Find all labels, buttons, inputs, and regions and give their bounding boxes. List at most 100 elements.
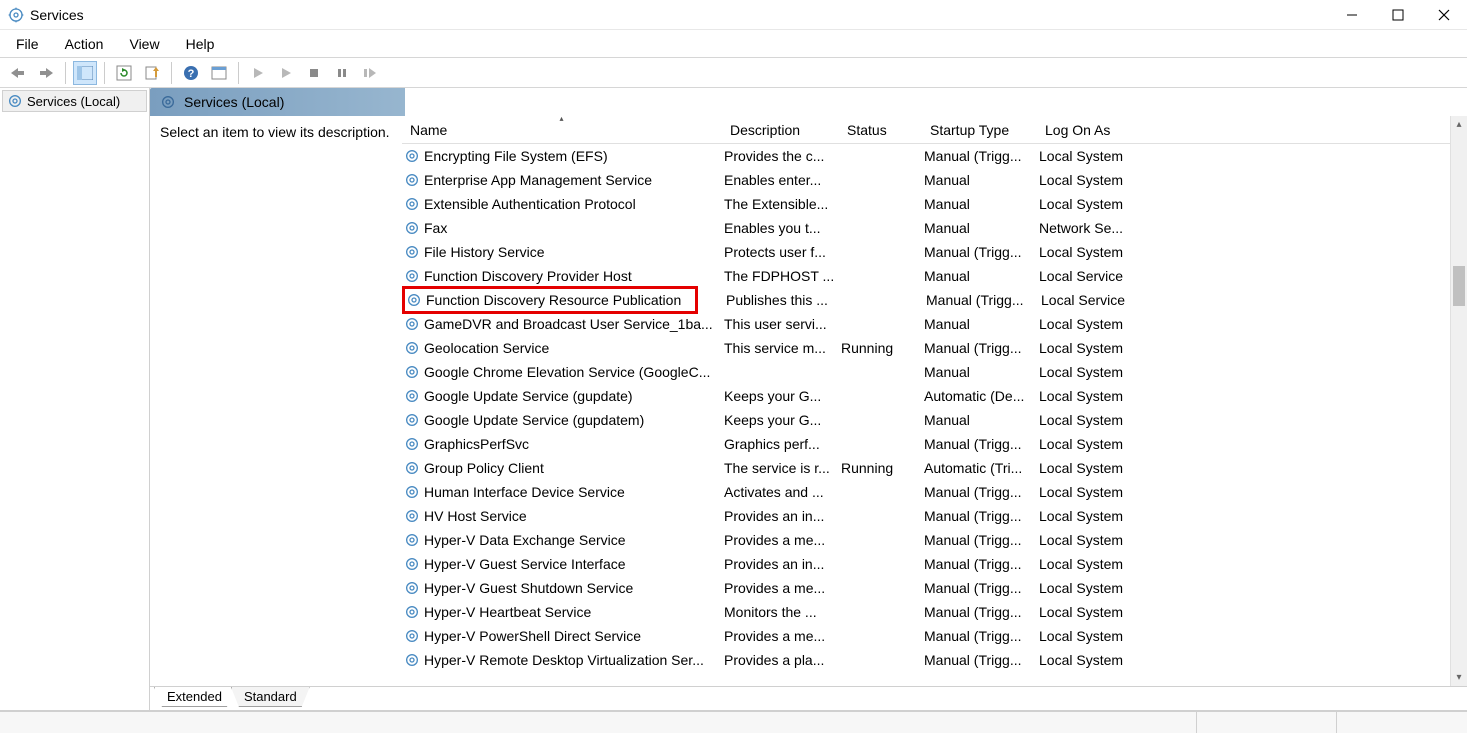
menu-view[interactable]: View <box>119 32 169 56</box>
service-row[interactable]: Hyper-V Data Exchange ServiceProvides a … <box>402 528 1450 552</box>
service-startup: Manual (Trigg... <box>924 532 1039 548</box>
detail-header: Services (Local) <box>150 88 1467 116</box>
status-segment <box>1197 712 1337 733</box>
service-row[interactable]: Function Discovery Resource PublicationP… <box>402 288 1450 312</box>
description-panel: Select an item to view its description. <box>150 116 402 686</box>
service-icon <box>404 220 420 236</box>
show-hide-tree-button[interactable] <box>73 61 97 85</box>
content-row: Select an item to view its description. … <box>150 116 1467 686</box>
service-icon <box>404 172 420 188</box>
service-status: Running <box>841 340 924 356</box>
service-row[interactable]: Encrypting File System (EFS)Provides the… <box>402 144 1450 168</box>
service-row[interactable]: Hyper-V PowerShell Direct ServiceProvide… <box>402 624 1450 648</box>
service-logon: Local System <box>1039 196 1159 212</box>
service-name: Human Interface Device Service <box>424 484 625 500</box>
service-row[interactable]: File History ServiceProtects user f...Ma… <box>402 240 1450 264</box>
close-button[interactable] <box>1421 0 1467 30</box>
service-row[interactable]: Human Interface Device Service Activates … <box>402 480 1450 504</box>
restart-service-button[interactable] <box>358 61 382 85</box>
tree-node-label: Services (Local) <box>27 94 120 109</box>
scroll-up-icon[interactable]: ▴ <box>1451 116 1467 133</box>
toolbar-separator <box>171 62 172 84</box>
tab-standard[interactable]: Standard <box>231 687 310 707</box>
scroll-down-icon[interactable]: ▾ <box>1451 669 1467 686</box>
services-list: Name ▴ Description Status Startup Type L… <box>402 116 1450 686</box>
service-name: Hyper-V PowerShell Direct Service <box>424 628 641 644</box>
menu-file[interactable]: File <box>6 32 49 56</box>
maximize-button[interactable] <box>1375 0 1421 30</box>
service-name: Google Chrome Elevation Service (GoogleC… <box>424 364 710 380</box>
service-row[interactable]: Google Update Service (gupdatem)Keeps yo… <box>402 408 1450 432</box>
service-row[interactable]: Hyper-V Guest Shutdown ServiceProvides a… <box>402 576 1450 600</box>
service-name: Function Discovery Resource Publication <box>426 292 681 308</box>
service-name: Hyper-V Guest Shutdown Service <box>424 580 633 596</box>
service-row[interactable]: Function Discovery Resource Publication <box>404 288 696 312</box>
service-description: This user servi... <box>724 316 841 332</box>
menu-action[interactable]: Action <box>55 32 114 56</box>
main-area: Services (Local) Services (Local) Select… <box>0 88 1467 711</box>
start-service-button[interactable] <box>246 61 270 85</box>
service-row[interactable]: Extensible Authentication ProtocolThe Ex… <box>402 192 1450 216</box>
service-startup: Manual (Trigg... <box>924 340 1039 356</box>
start-service-button-2[interactable] <box>274 61 298 85</box>
service-row[interactable]: Google Chrome Elevation Service (GoogleC… <box>402 360 1450 384</box>
tree-pane: Services (Local) <box>0 88 150 710</box>
service-startup: Manual <box>924 364 1039 380</box>
service-logon: Local System <box>1039 532 1159 548</box>
service-row[interactable]: Google Update Service (gupdate)Keeps you… <box>402 384 1450 408</box>
service-row[interactable]: Hyper-V Heartbeat ServiceMonitors the ..… <box>402 600 1450 624</box>
service-row[interactable]: FaxEnables you t...ManualNetwork Se... <box>402 216 1450 240</box>
column-header-status[interactable]: Status <box>839 116 922 143</box>
pause-service-button[interactable] <box>330 61 354 85</box>
column-header-name[interactable]: Name ▴ <box>402 116 722 143</box>
status-bar <box>0 711 1467 733</box>
service-icon <box>404 508 420 524</box>
service-row[interactable]: Function Discovery Provider HostThe FDPH… <box>402 264 1450 288</box>
back-button[interactable] <box>6 61 30 85</box>
properties-button[interactable] <box>207 61 231 85</box>
service-logon: Local System <box>1039 604 1159 620</box>
tab-extended[interactable]: Extended <box>154 687 235 707</box>
service-row[interactable]: Geolocation ServiceThis service m...Runn… <box>402 336 1450 360</box>
service-name: Hyper-V Remote Desktop Virtualization Se… <box>424 652 704 668</box>
stop-service-button[interactable] <box>302 61 326 85</box>
service-row[interactable]: Enterprise App Management ServiceEnables… <box>402 168 1450 192</box>
service-icon <box>404 412 420 428</box>
service-row[interactable]: GameDVR and Broadcast User Service_1ba..… <box>402 312 1450 336</box>
service-icon <box>404 196 420 212</box>
service-startup: Manual <box>924 196 1039 212</box>
service-icon <box>404 484 420 500</box>
service-row[interactable]: Hyper-V Remote Desktop Virtualization Se… <box>402 648 1450 672</box>
refresh-button[interactable] <box>112 61 136 85</box>
service-startup: Manual <box>924 316 1039 332</box>
export-list-button[interactable] <box>140 61 164 85</box>
service-row[interactable]: HV Host ServiceProvides an in...Manual (… <box>402 504 1450 528</box>
column-header-description[interactable]: Description <box>722 116 839 143</box>
menu-help[interactable]: Help <box>176 32 225 56</box>
service-row[interactable]: Group Policy ClientThe service is r...Ru… <box>402 456 1450 480</box>
service-description: Activates and ... <box>724 484 841 500</box>
service-row[interactable]: GraphicsPerfSvcGraphics perf...Manual (T… <box>402 432 1450 456</box>
service-description: Monitors the ... <box>724 604 841 620</box>
service-startup: Manual (Trigg... <box>924 244 1039 260</box>
column-header-startup[interactable]: Startup Type <box>922 116 1037 143</box>
service-description: Graphics perf... <box>724 436 841 452</box>
menu-bar: File Action View Help <box>0 30 1467 58</box>
forward-button[interactable] <box>34 61 58 85</box>
status-segment <box>0 712 1197 733</box>
service-row[interactable]: Hyper-V Guest Service InterfaceProvides … <box>402 552 1450 576</box>
service-logon: Local System <box>1039 556 1159 572</box>
service-logon: Local System <box>1039 412 1159 428</box>
service-name: Hyper-V Data Exchange Service <box>424 532 626 548</box>
toolbar: ? <box>0 58 1467 88</box>
column-header-logon[interactable]: Log On As <box>1037 116 1157 143</box>
tree-node-services-local[interactable]: Services (Local) <box>2 90 147 112</box>
scroll-thumb[interactable] <box>1453 266 1465 306</box>
help-button[interactable]: ? <box>179 61 203 85</box>
service-icon <box>406 292 422 308</box>
service-logon: Local System <box>1039 148 1159 164</box>
service-icon <box>404 628 420 644</box>
minimize-button[interactable] <box>1329 0 1375 30</box>
vertical-scrollbar[interactable]: ▴ ▾ <box>1450 116 1467 686</box>
service-description: Provides a pla... <box>724 652 841 668</box>
